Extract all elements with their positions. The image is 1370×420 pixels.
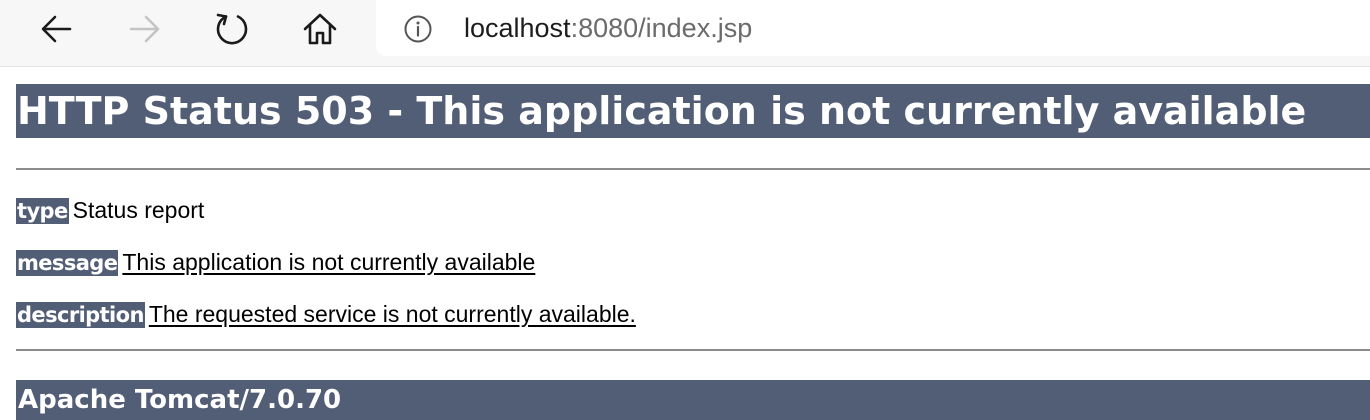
message-label: message	[16, 250, 119, 276]
type-label: type	[16, 198, 69, 224]
server-footer: Apache Tomcat/7.0.70	[16, 380, 1370, 420]
url-text[interactable]: localhost:8080/index.jsp	[464, 11, 752, 45]
page-content: HTTP Status 503 - This application is no…	[16, 84, 1370, 420]
row-type: type Status report	[16, 197, 204, 224]
home-icon	[303, 13, 337, 45]
row-message: message This application is not currently…	[16, 249, 535, 276]
back-button[interactable]	[34, 9, 78, 49]
reload-button[interactable]	[210, 9, 254, 49]
divider	[16, 349, 1370, 351]
home-button[interactable]	[298, 9, 342, 49]
type-value: Status report	[72, 197, 205, 223]
message-value: This application is not currently availa…	[122, 249, 536, 275]
address-bar[interactable]: localhost:8080/index.jsp	[376, 0, 1370, 56]
info-icon[interactable]	[403, 14, 433, 44]
row-description: description The requested service is not …	[16, 301, 636, 328]
arrow-left-icon	[41, 15, 72, 43]
url-host: localhost	[464, 13, 571, 43]
divider	[16, 168, 1370, 170]
url-path: :8080/index.jsp	[570, 13, 753, 43]
browser-toolbar: localhost:8080/index.jsp	[0, 0, 1370, 67]
page-title: HTTP Status 503 - This application is no…	[16, 84, 1370, 138]
arrow-right-icon	[129, 15, 160, 43]
reload-icon	[216, 13, 248, 45]
description-label: description	[16, 302, 145, 328]
description-value: The requested service is not currently a…	[148, 301, 636, 327]
forward-button[interactable]	[123, 9, 167, 49]
